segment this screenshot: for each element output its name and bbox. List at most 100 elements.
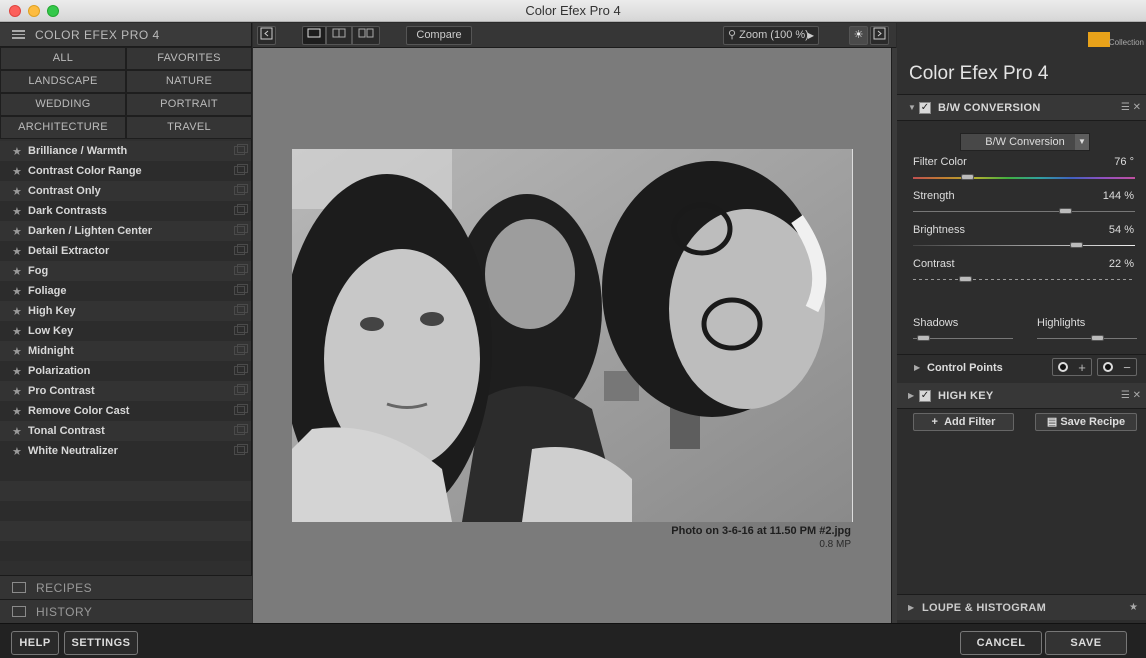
bw-enable-checkbox[interactable]: ✓ — [919, 101, 931, 114]
filter-list-item[interactable]: ★ Remove Color Cast — [0, 401, 251, 421]
copy-filter-icon[interactable] — [234, 324, 248, 335]
filter-list-item[interactable]: ★ Midnight — [0, 341, 251, 361]
save-button[interactable]: SAVE — [1045, 631, 1127, 655]
favorite-star-icon[interactable]: ★ — [12, 365, 28, 378]
help-button[interactable]: HELP — [11, 631, 59, 655]
copy-filter-icon[interactable] — [234, 404, 248, 415]
expand-triangle-icon[interactable]: ▶ — [908, 391, 919, 400]
favorite-star-icon[interactable]: ★ — [12, 205, 28, 218]
favorite-star-icon[interactable]: ★ — [12, 245, 28, 258]
shadows-thumb[interactable] — [917, 335, 930, 341]
history-section[interactable]: HISTORY — [0, 599, 252, 623]
copy-filter-icon[interactable] — [234, 364, 248, 375]
settings-button[interactable]: SETTINGS — [64, 631, 138, 655]
preview-image[interactable] — [292, 149, 853, 522]
zoom-dropdown[interactable]: ⚲ Zoom (100 %) ▶ — [723, 26, 819, 45]
remove-control-point-button[interactable]: − — [1097, 358, 1137, 376]
category-all[interactable]: ALL — [0, 47, 126, 70]
filter-list-item[interactable]: ★ Darken / Lighten Center — [0, 221, 251, 241]
highlights-slider[interactable] — [1037, 335, 1137, 341]
copy-filter-icon[interactable] — [234, 444, 248, 455]
remove-filter-icon[interactable]: ✕ — [1133, 102, 1141, 113]
contrast-slider[interactable] — [913, 276, 1135, 282]
preview-canvas[interactable]: Photo on 3-6-16 at 11.50 PM #2.jpg 0.8 M… — [253, 48, 891, 623]
filter-list-item[interactable]: ★ Tonal Contrast — [0, 421, 251, 441]
strength-slider[interactable] — [913, 208, 1135, 214]
filter-list-item[interactable]: ★ Fog — [0, 261, 251, 281]
control-points-label[interactable]: Control Points — [927, 362, 1003, 374]
filter-list-item[interactable]: ★ Contrast Only — [0, 181, 251, 201]
add-control-point-button[interactable]: + — [1052, 358, 1092, 376]
filter-color-slider[interactable] — [913, 174, 1135, 180]
single-view-button[interactable] — [302, 26, 326, 45]
copy-filter-icon[interactable] — [234, 184, 248, 195]
add-filter-button[interactable]: + Add Filter — [913, 413, 1014, 431]
copy-filter-icon[interactable] — [234, 204, 248, 215]
favorite-star-icon[interactable]: ★ — [12, 345, 28, 358]
pin-icon[interactable]: ★ — [1129, 602, 1138, 613]
filter-color-thumb[interactable] — [961, 174, 974, 180]
toggle-right-panel-button[interactable] — [870, 26, 889, 45]
favorite-star-icon[interactable]: ★ — [12, 225, 28, 238]
favorite-star-icon[interactable]: ★ — [12, 385, 28, 398]
expand-triangle-icon[interactable]: ▶ — [908, 603, 922, 612]
filter-list-item[interactable]: ★ Pro Contrast — [0, 381, 251, 401]
contrast-thumb[interactable] — [959, 276, 972, 282]
minimize-window-button[interactable] — [28, 5, 40, 17]
favorite-star-icon[interactable]: ★ — [12, 185, 28, 198]
bw-method-dropdown[interactable]: B/W Conversion ▼ — [960, 133, 1090, 151]
strength-thumb[interactable] — [1059, 208, 1072, 214]
bw-conversion-header[interactable]: ▼ ✓ B/W CONVERSION ☰ ✕ — [897, 95, 1146, 121]
close-window-button[interactable] — [9, 5, 21, 17]
shadows-slider[interactable] — [913, 335, 1013, 341]
filter-menu-icon[interactable]: ☰ — [1121, 390, 1130, 401]
save-recipe-button[interactable]: ▤ Save Recipe — [1035, 413, 1137, 431]
filter-list-item[interactable]: ★ Dark Contrasts — [0, 201, 251, 221]
category-portrait[interactable]: PORTRAIT — [126, 93, 252, 116]
copy-filter-icon[interactable] — [234, 344, 248, 355]
expand-triangle-icon[interactable]: ▶ — [914, 363, 920, 372]
split-view-button[interactable] — [326, 26, 352, 45]
category-architecture[interactable]: ARCHITECTURE — [0, 116, 126, 139]
category-wedding[interactable]: WEDDING — [0, 93, 126, 116]
collapse-triangle-icon[interactable]: ▼ — [908, 103, 919, 112]
loupe-histogram-section[interactable]: ▶ LOUPE & HISTOGRAM ★ — [897, 594, 1146, 620]
compare-button[interactable]: Compare — [406, 26, 472, 45]
copy-filter-icon[interactable] — [234, 164, 248, 175]
favorite-star-icon[interactable]: ★ — [12, 305, 28, 318]
favorite-star-icon[interactable]: ★ — [12, 265, 28, 278]
copy-filter-icon[interactable] — [234, 284, 248, 295]
zoom-window-button[interactable] — [47, 5, 59, 17]
filter-browser-header[interactable]: COLOR EFEX PRO 4 — [0, 23, 251, 47]
background-brightness-button[interactable]: ☀ — [849, 26, 868, 45]
favorite-star-icon[interactable]: ★ — [12, 425, 28, 438]
filter-list-item[interactable]: ★ White Neutralizer — [0, 441, 251, 461]
cancel-button[interactable]: CANCEL — [960, 631, 1042, 655]
brightness-thumb[interactable] — [1070, 242, 1083, 248]
category-travel[interactable]: TRAVEL — [126, 116, 252, 139]
copy-filter-icon[interactable] — [234, 384, 248, 395]
filter-list-item[interactable]: ★ Brilliance / Warmth — [0, 141, 251, 161]
filter-list-item[interactable]: ★ Low Key — [0, 321, 251, 341]
favorite-star-icon[interactable]: ★ — [12, 165, 28, 178]
high-key-enable-checkbox[interactable]: ✓ — [919, 389, 931, 402]
remove-filter-icon[interactable]: ✕ — [1133, 390, 1141, 401]
filter-list-item[interactable]: ★ Contrast Color Range — [0, 161, 251, 181]
brightness-slider[interactable] — [913, 242, 1135, 248]
filter-list-item[interactable]: ★ Polarization — [0, 361, 251, 381]
copy-filter-icon[interactable] — [234, 304, 248, 315]
recipes-section[interactable]: RECIPES — [0, 575, 252, 599]
category-nature[interactable]: NATURE — [126, 70, 252, 93]
copy-filter-icon[interactable] — [234, 424, 248, 435]
category-favorites[interactable]: FAVORITES — [126, 47, 252, 70]
copy-filter-icon[interactable] — [234, 264, 248, 275]
high-key-header[interactable]: ▶ ✓ HIGH KEY ☰ ✕ — [897, 383, 1146, 409]
favorite-star-icon[interactable]: ★ — [12, 445, 28, 458]
filter-menu-icon[interactable]: ☰ — [1121, 102, 1130, 113]
favorite-star-icon[interactable]: ★ — [12, 285, 28, 298]
filter-list-item[interactable]: ★ Detail Extractor — [0, 241, 251, 261]
copy-filter-icon[interactable] — [234, 244, 248, 255]
favorite-star-icon[interactable]: ★ — [12, 405, 28, 418]
favorite-star-icon[interactable]: ★ — [12, 145, 28, 158]
side-by-side-view-button[interactable] — [352, 26, 380, 45]
